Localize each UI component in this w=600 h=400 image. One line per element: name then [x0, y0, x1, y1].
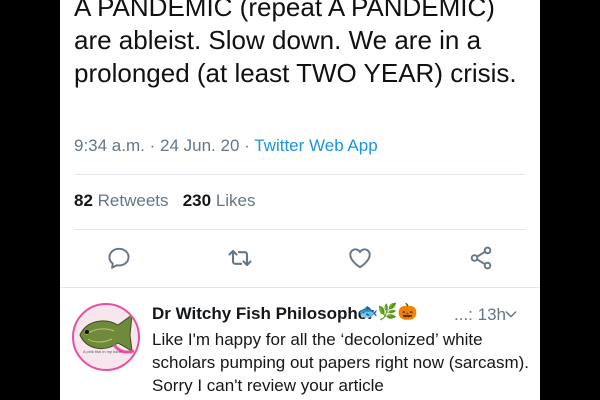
meta-separator: · — [149, 136, 160, 155]
tweet-text: A PANDEMIC (repeat A PANDEMIC) are ablei… — [74, 0, 517, 88]
like-button[interactable] — [342, 240, 378, 276]
tweet-actions — [60, 240, 540, 276]
avatar-caption: A pink fish in my hand — [83, 349, 122, 354]
tweet-meta: 9:34 a.m. · 24 Jun. 20 · Twitter Web App — [74, 136, 378, 156]
tweet-card: A PANDEMIC (repeat A PANDEMIC) are ablei… — [60, 0, 540, 400]
chevron-down-icon — [505, 311, 517, 318]
likes-label: Likes — [215, 191, 256, 210]
reply-tweet[interactable]: A pink fish in my hand Dr Witchy Fish Ph… — [60, 288, 540, 400]
retweets-stat[interactable]: 82 Retweets — [74, 191, 169, 210]
retweet-button[interactable] — [222, 240, 258, 276]
retweet-icon — [228, 249, 252, 267]
avatar[interactable]: A pink fish in my hand — [72, 303, 140, 371]
retweet-count: 82 — [74, 191, 93, 210]
reply-author-emoji: 🐟🌿🎃 — [358, 304, 418, 321]
reply-icon — [108, 247, 130, 269]
reply-button[interactable] — [101, 240, 137, 276]
like-icon — [349, 248, 371, 269]
like-count: 230 — [182, 191, 212, 210]
divider — [74, 229, 526, 230]
fish-icon — [79, 313, 135, 354]
divider — [74, 174, 526, 175]
tweet-stats: 82 Retweets 230 Likes — [74, 191, 256, 211]
meta-separator: · — [244, 136, 255, 155]
reply-menu-button[interactable] — [503, 306, 519, 327]
likes-stat[interactable]: 230 Likes — [183, 191, 256, 210]
reply-text: Like I'm happy for all the ‘decolonized’… — [152, 330, 529, 395]
share-icon — [470, 246, 492, 270]
tweet-source-link[interactable]: Twitter Web App — [254, 136, 377, 155]
reply-author-name[interactable]: Dr Witchy Fish Philosopher — [152, 304, 374, 324]
tweet-time: 9:34 a.m. — [74, 136, 145, 155]
retweets-label: Retweets — [97, 191, 169, 210]
share-button[interactable] — [463, 240, 499, 276]
tweet-date: 24 Jun. 20 — [160, 136, 240, 155]
reply-timestamp: ...: 13h — [454, 305, 506, 324]
